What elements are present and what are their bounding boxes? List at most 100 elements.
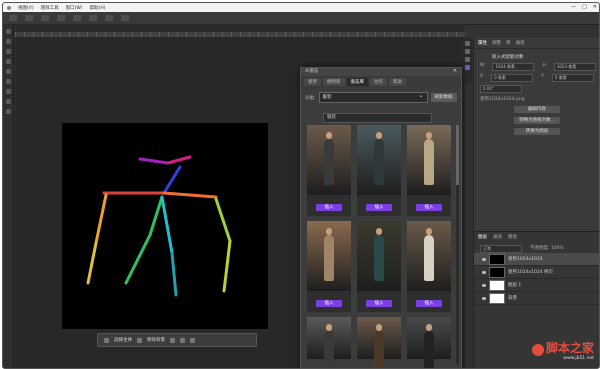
pose-shoulder-right xyxy=(162,191,218,199)
tab-libraries[interactable]: 库 xyxy=(506,40,511,46)
visibility-eye-icon[interactable] xyxy=(482,257,486,261)
tab-channels[interactable]: 通道 xyxy=(516,40,525,46)
tool-option-7[interactable] xyxy=(105,15,113,21)
pose-card[interactable] xyxy=(407,317,451,368)
hand-tool-icon[interactable] xyxy=(5,99,11,104)
pose-card[interactable]: 插入 xyxy=(357,221,401,312)
opacity-field[interactable]: 不透明度: 100% xyxy=(530,245,564,253)
tab-layers[interactable]: 图层 xyxy=(478,234,487,240)
pose-thumbnail[interactable] xyxy=(357,125,401,195)
more-icon[interactable] xyxy=(190,337,195,343)
insert-button[interactable]: 插入 xyxy=(416,300,442,307)
close-button[interactable]: ✕ xyxy=(593,4,597,10)
pose-thumbnail[interactable] xyxy=(407,317,451,368)
remove-background-button[interactable]: 移除背景 xyxy=(147,337,165,343)
dropdown-option[interactable]: 服装 xyxy=(323,113,432,123)
refresh-button[interactable]: 刷新数据 xyxy=(430,93,457,102)
tab-properties[interactable]: 属性 xyxy=(478,40,487,46)
plugin-close-icon[interactable]: ✕ xyxy=(453,68,457,74)
transform-icon[interactable] xyxy=(170,337,175,343)
pose-card[interactable] xyxy=(307,317,351,368)
swatch-icon[interactable] xyxy=(465,57,470,62)
marquee-tool-icon[interactable] xyxy=(5,39,11,44)
insert-button[interactable]: 插入 xyxy=(316,204,342,211)
layer-row[interactable]: 姿势1024x1024 xyxy=(474,253,599,266)
menu-item-window[interactable]: 窗口(W) xyxy=(66,5,83,11)
ai-plugin-icon[interactable] xyxy=(465,65,470,70)
minimize-button[interactable]: — xyxy=(571,4,576,10)
convert-to-layers-button[interactable]: 转换为图层 xyxy=(514,128,560,135)
visibility-eye-icon[interactable] xyxy=(482,283,486,287)
insert-button[interactable]: 插入 xyxy=(316,300,342,307)
adjust-icon[interactable] xyxy=(180,337,185,343)
pose-card[interactable]: 插入 xyxy=(307,125,351,216)
y-field[interactable]: 0 像素 xyxy=(551,74,594,82)
insert-button[interactable]: 插入 xyxy=(366,300,392,307)
crop-tool-icon[interactable] xyxy=(5,59,11,64)
tab-paths[interactable]: 路径 xyxy=(508,234,517,240)
pose-card[interactable]: 插入 xyxy=(407,221,451,312)
lasso-tool-icon[interactable] xyxy=(5,49,11,54)
pose-card[interactable]: 插入 xyxy=(307,221,351,312)
layer-row[interactable]: 背景 xyxy=(474,292,599,305)
pose-thumbnail[interactable] xyxy=(357,221,401,291)
tool-option-6[interactable] xyxy=(89,15,97,21)
convert-to-linked-button[interactable]: 转换为链接对象... xyxy=(514,117,560,124)
zoom-tool-icon[interactable] xyxy=(5,109,11,114)
model-head xyxy=(326,324,332,331)
menu-item-plugins[interactable]: 增效工具 xyxy=(41,5,59,11)
tab-adjustments[interactable]: 调整 xyxy=(492,40,501,46)
pose-thumbnail[interactable] xyxy=(357,317,401,368)
maximize-button[interactable]: □ xyxy=(582,4,587,10)
tab-model-library[interactable]: 模特库 xyxy=(323,78,345,86)
select-subject-button[interactable]: 选择主体 xyxy=(114,337,132,343)
tab-action[interactable]: 动作 xyxy=(370,78,387,86)
x-field[interactable]: 0 像素 xyxy=(491,74,534,82)
pose-card[interactable]: 插入 xyxy=(407,125,451,216)
layer-row[interactable]: 图层 1 xyxy=(474,279,599,292)
move-tool-icon[interactable] xyxy=(5,29,11,34)
tool-option-1[interactable] xyxy=(9,15,17,21)
layer-name: 图层 1 xyxy=(508,283,522,288)
visibility-eye-icon[interactable] xyxy=(482,296,486,300)
history-icon[interactable] xyxy=(465,41,470,46)
tool-option-5[interactable] xyxy=(73,15,81,21)
menu-item-view[interactable]: 视图(V) xyxy=(18,5,34,11)
height-field[interactable]: 1024 像素 xyxy=(553,63,596,71)
tab-pose[interactable]: 姿势 xyxy=(304,78,321,86)
tool-option-8[interactable] xyxy=(121,15,129,21)
insert-button[interactable]: 插入 xyxy=(366,204,392,211)
pose-card[interactable] xyxy=(357,317,401,368)
tool-option-4[interactable] xyxy=(57,15,65,21)
menu-item-help[interactable]: 帮助(H) xyxy=(90,5,106,11)
type-tool-icon[interactable] xyxy=(5,89,11,94)
pose-thumbnail[interactable] xyxy=(307,221,351,291)
visibility-eye-icon[interactable] xyxy=(482,270,486,274)
pose-thumbnail[interactable] xyxy=(307,125,351,195)
width-field[interactable]: 1024 像素 xyxy=(492,63,535,71)
plugin-scrollbar[interactable] xyxy=(456,125,459,365)
document-tabs[interactable] xyxy=(15,24,465,32)
layer-row[interactable]: 姿势1024x1024 拷贝 xyxy=(474,266,599,279)
model-figure xyxy=(424,331,434,368)
tab-pose-library[interactable]: 姿态库 xyxy=(346,78,368,86)
document-canvas[interactable] xyxy=(62,123,268,329)
blend-mode-select[interactable]: 正常 xyxy=(480,245,522,253)
tab-help[interactable]: 帮助 xyxy=(389,78,406,86)
tool-option-2[interactable] xyxy=(25,15,33,21)
pose-thumbnail[interactable] xyxy=(307,317,351,368)
filter-label: 分类: xyxy=(305,95,316,101)
edit-contents-button[interactable]: 编辑内容 xyxy=(514,106,560,113)
brush-panel-icon[interactable] xyxy=(465,49,470,54)
pose-thumbnail[interactable] xyxy=(407,125,451,195)
tool-option-3[interactable] xyxy=(41,15,49,21)
brush-tool-icon[interactable] xyxy=(5,69,11,74)
pose-card[interactable]: 插入 xyxy=(357,125,401,216)
tab-layer-channels[interactable]: 通道 xyxy=(493,234,502,240)
pose-thumbnail[interactable] xyxy=(407,221,451,291)
model-head xyxy=(326,228,332,235)
eraser-tool-icon[interactable] xyxy=(5,79,11,84)
category-select[interactable]: 服装 xyxy=(318,91,428,103)
insert-button[interactable]: 插入 xyxy=(416,204,442,211)
angle-field[interactable]: 0.00° xyxy=(480,85,522,93)
